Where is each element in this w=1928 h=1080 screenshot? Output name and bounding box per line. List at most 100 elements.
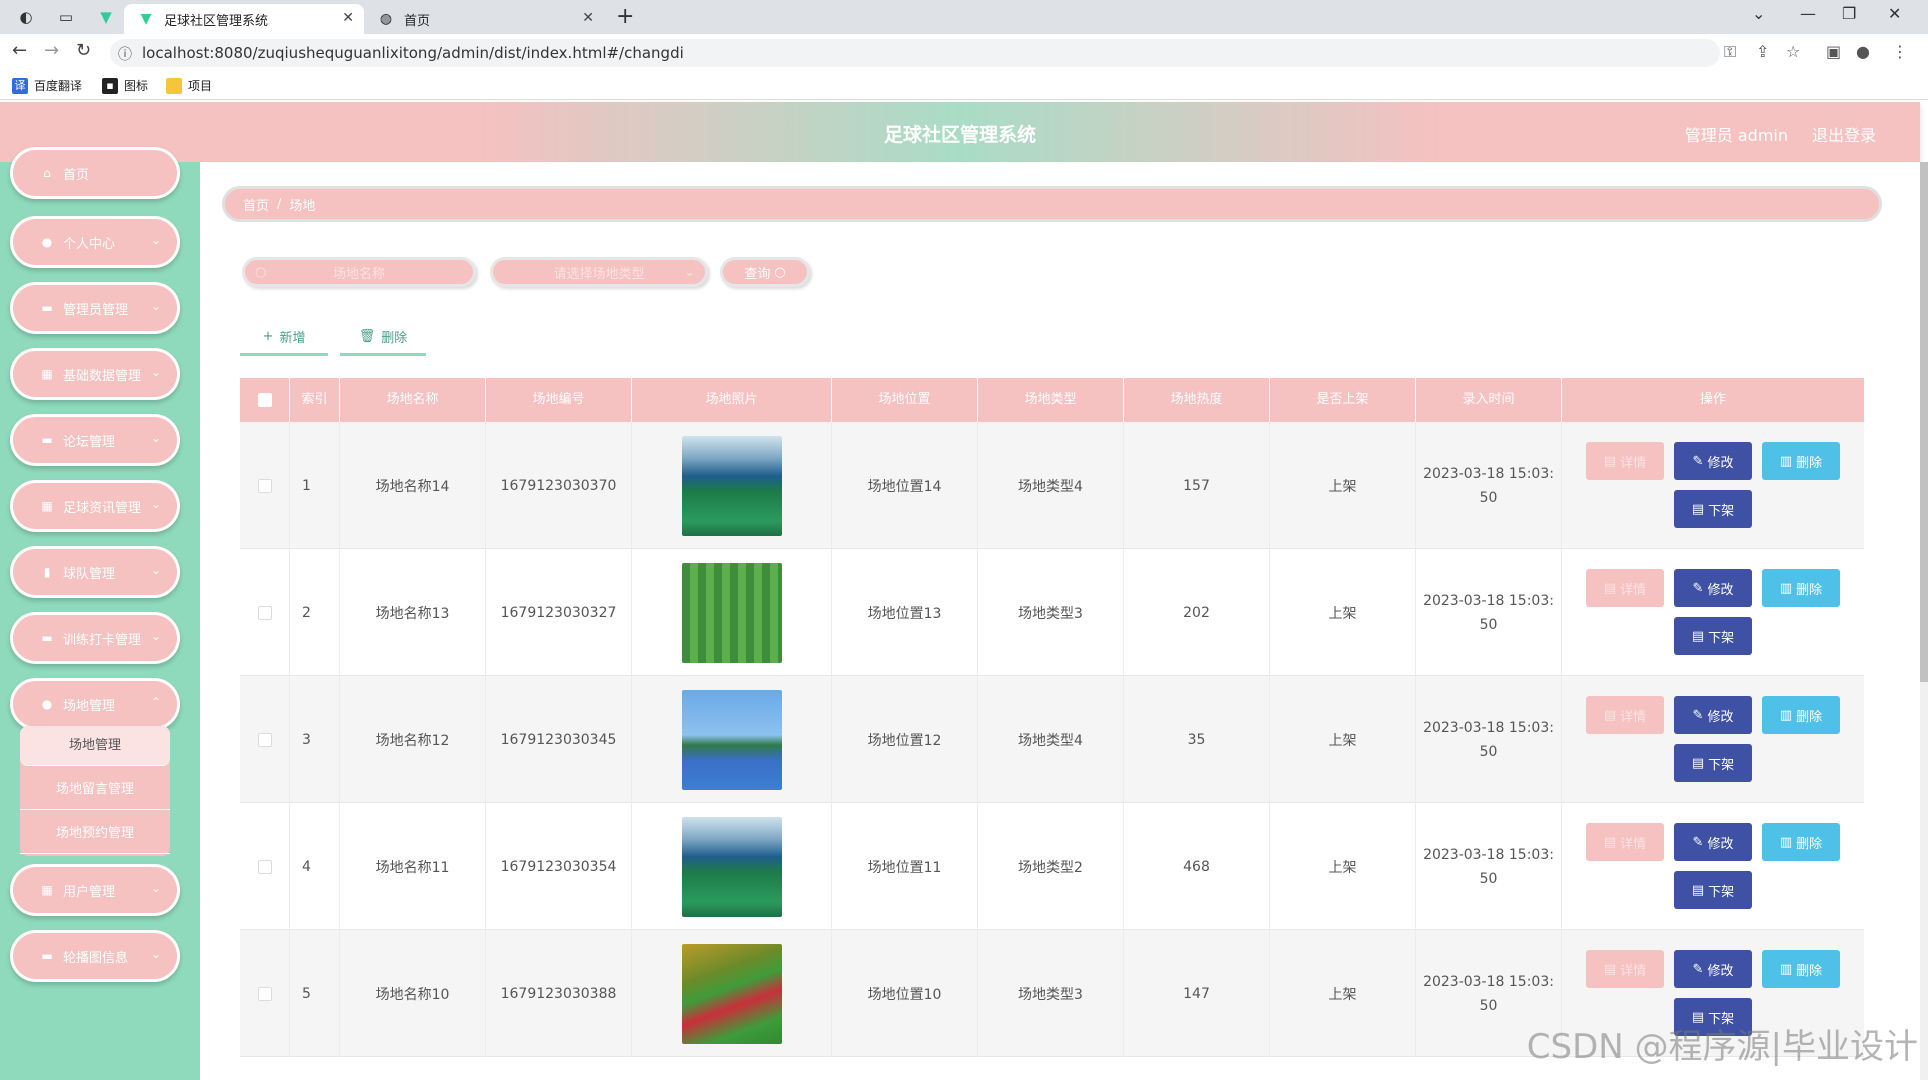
browser-menu-icon[interactable]: ◐ <box>16 7 36 27</box>
bookmark-icons[interactable]: ▪ 图标 <box>102 77 148 94</box>
cell-name: 场地名称14 <box>340 422 486 549</box>
sidebar-item-training[interactable]: ▬ 训练打卡管理 ⌄ <box>10 612 180 664</box>
back-icon[interactable]: ← <box>12 40 27 61</box>
sidebar-item-admin[interactable]: ▬ 管理员管理 ⌄ <box>10 282 180 334</box>
submenu-venue-messages[interactable]: 场地留言管理 <box>20 770 170 810</box>
new-tab-icon[interactable]: + <box>616 4 634 29</box>
chevron-down-icon[interactable]: ⌄ <box>1752 4 1765 23</box>
more-icon[interactable]: ⋮ <box>1892 42 1908 61</box>
forward-icon[interactable]: → <box>44 40 59 61</box>
delete-button[interactable]: ▥ 删除 <box>1762 950 1840 988</box>
table-header: 索引 场地名称 场地编号 场地照片 场地位置 场地类型 场地热度 是否上架 录入… <box>240 378 1864 422</box>
cell-type: 场地类型4 <box>978 676 1124 803</box>
sidebar-item-users[interactable]: ▦ 用户管理 ⌄ <box>10 864 180 916</box>
row-checkbox[interactable] <box>240 549 290 676</box>
submenu-venue-manage[interactable]: 场地管理 <box>20 726 170 766</box>
bar-chart-icon: ▮ <box>43 565 51 579</box>
venue-photo[interactable] <box>681 689 782 790</box>
reload-icon[interactable]: ↻ <box>76 40 91 61</box>
col-index: 索引 <box>290 378 340 422</box>
sidebar-item-venue[interactable]: ● 场地管理 ⌃ <box>10 678 180 730</box>
close-icon[interactable]: ✕ <box>582 10 594 26</box>
tab-active[interactable]: ▼ 足球社区管理系统 ✕ <box>124 4 364 34</box>
detail-button[interactable]: ▤ 详情 <box>1586 696 1664 734</box>
detail-button[interactable]: ▤ 详情 <box>1586 569 1664 607</box>
row-checkbox[interactable] <box>240 676 290 803</box>
cell-location: 场地位置14 <box>832 422 978 549</box>
restore-icon[interactable]: ❐ <box>1842 4 1856 23</box>
delete-button[interactable]: ▥ 删除 <box>1762 569 1840 607</box>
unlist-button[interactable]: ▤ 下架 <box>1674 744 1752 782</box>
document-icon: ▤ <box>1603 961 1617 977</box>
unlist-button[interactable]: ▤ 下架 <box>1674 490 1752 528</box>
select-all-checkbox[interactable] <box>240 378 290 422</box>
blank-tab-icon[interactable]: ▭ <box>56 7 76 27</box>
sidepanel-icon[interactable]: ▣ <box>1826 42 1841 61</box>
edit-button[interactable]: ✎ 修改 <box>1674 442 1752 480</box>
tab-home[interactable]: ◍ 首页 ✕ <box>364 4 604 34</box>
cell-status: 上架 <box>1270 676 1416 803</box>
edit-button[interactable]: ✎ 修改 <box>1674 823 1752 861</box>
col-code: 场地编号 <box>486 378 632 422</box>
delete-button[interactable]: ▥ 删除 <box>1762 442 1840 480</box>
sidebar-item-team[interactable]: ▮ 球队管理 ⌄ <box>10 546 180 598</box>
delete-button[interactable]: ▥ 删除 <box>1762 823 1840 861</box>
window-close-icon[interactable]: ✕ <box>1888 4 1901 23</box>
cell-index: 3 <box>290 676 340 803</box>
sidebar-item-news[interactable]: ▦ 足球资讯管理 ⌄ <box>10 480 180 532</box>
row-checkbox[interactable] <box>240 930 290 1057</box>
cell-status: 上架 <box>1270 930 1416 1057</box>
chevron-down-icon: ⌄ <box>684 264 695 280</box>
bookmark-translate[interactable]: 译 百度翻译 <box>12 77 82 94</box>
venue-type-select[interactable]: 请选择场地类型 ⌄ <box>490 257 708 287</box>
batch-delete-button[interactable]: 🗑 删除 <box>340 320 426 356</box>
pencil-icon: ✎ <box>1692 834 1704 850</box>
venue-photo[interactable] <box>681 816 782 917</box>
trash-icon: ▥ <box>1779 961 1793 977</box>
add-button[interactable]: + 新增 <box>240 320 328 356</box>
venue-photo[interactable] <box>681 562 782 663</box>
tab-title: 足球社区管理系统 <box>164 13 269 29</box>
chevron-down-icon: ⌄ <box>150 497 161 511</box>
chevron-down-icon: ⌄ <box>150 947 161 961</box>
edit-button[interactable]: ✎ 修改 <box>1674 696 1752 734</box>
scrollbar[interactable] <box>1920 162 1928 1080</box>
chevron-up-icon: ⌃ <box>150 695 161 709</box>
unlist-button[interactable]: ▤ 下架 <box>1674 617 1752 655</box>
logout-link[interactable]: 退出登录 <box>1812 122 1876 146</box>
detail-button[interactable]: ▤ 详情 <box>1586 823 1664 861</box>
unlist-button[interactable]: ▤ 下架 <box>1674 871 1752 909</box>
row-checkbox[interactable] <box>240 422 290 549</box>
query-button[interactable]: 查询 ○ <box>720 257 810 287</box>
minimize-icon[interactable]: — <box>1800 4 1816 23</box>
bookmark-project[interactable]: ▪ 项目 <box>166 77 212 94</box>
sidebar-item-basedata[interactable]: ▦ 基础数据管理 ⌄ <box>10 348 180 400</box>
sidebar-item-forum[interactable]: ▬ 论坛管理 ⌄ <box>10 414 180 466</box>
breadcrumb-home[interactable]: 首页 <box>243 195 269 214</box>
row-checkbox[interactable] <box>240 803 290 930</box>
venue-photo[interactable] <box>681 943 782 1044</box>
sidebar-item-carousel[interactable]: ▬ 轮播图信息 ⌄ <box>10 930 180 982</box>
star-icon[interactable]: ☆ <box>1786 42 1800 61</box>
submenu-venue-booking[interactable]: 场地预约管理 <box>20 814 170 854</box>
user-icon: ● <box>41 235 53 249</box>
address-bar: ← → ↻ ⓘ localhost:8080/zuqiushequguanlix… <box>0 34 1928 70</box>
info-icon[interactable]: ⓘ <box>118 44 132 64</box>
edit-button[interactable]: ✎ 修改 <box>1674 950 1752 988</box>
detail-button[interactable]: ▤ 详情 <box>1586 442 1664 480</box>
share-icon[interactable]: ⇪ <box>1756 42 1769 61</box>
key-icon[interactable]: ⚿ <box>1724 42 1736 62</box>
close-icon[interactable]: ✕ <box>342 10 354 26</box>
breadcrumb: 首页 / 场地 <box>222 186 1882 222</box>
url-field[interactable]: ⓘ localhost:8080/zuqiushequguanlixitong/… <box>110 39 1720 67</box>
vue-icon[interactable]: ▼ <box>96 7 116 27</box>
chevron-down-icon: ⌄ <box>150 629 161 643</box>
sidebar-item-home[interactable]: ⌂ 首页 <box>10 147 180 199</box>
venue-name-input[interactable]: ○ 场地名称 <box>242 257 476 287</box>
venue-photo[interactable] <box>681 435 782 536</box>
sidebar-item-profile[interactable]: ● 个人中心 ⌄ <box>10 216 180 268</box>
profile-icon[interactable]: ● <box>1856 42 1870 61</box>
delete-button[interactable]: ▥ 删除 <box>1762 696 1840 734</box>
detail-button[interactable]: ▤ 详情 <box>1586 950 1664 988</box>
edit-button[interactable]: ✎ 修改 <box>1674 569 1752 607</box>
